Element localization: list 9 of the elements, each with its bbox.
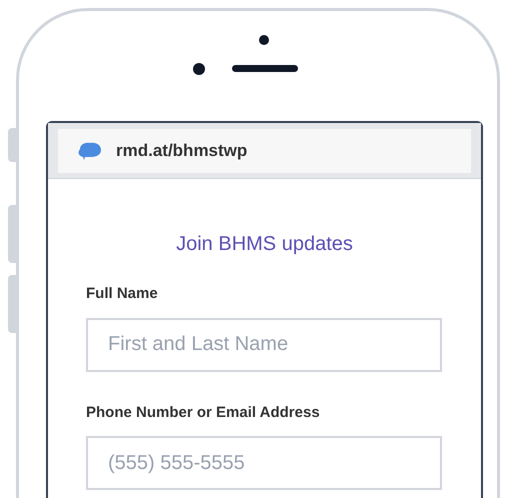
form-title: Join BHMS updates [175, 232, 354, 257]
address-bar[interactable]: rmd.at/bhmstwp [58, 129, 471, 173]
speaker-slot [232, 65, 298, 72]
field-label: Full Name [86, 284, 159, 304]
cloud-icon [76, 141, 102, 161]
url-text: rmd.at/bhmstwp [116, 140, 248, 162]
field-label: Phone Number or Email Address [86, 402, 321, 422]
input-field[interactable]: First and Last Name [86, 318, 442, 372]
input-field[interactable]: (555) 555-5555 [86, 436, 442, 490]
